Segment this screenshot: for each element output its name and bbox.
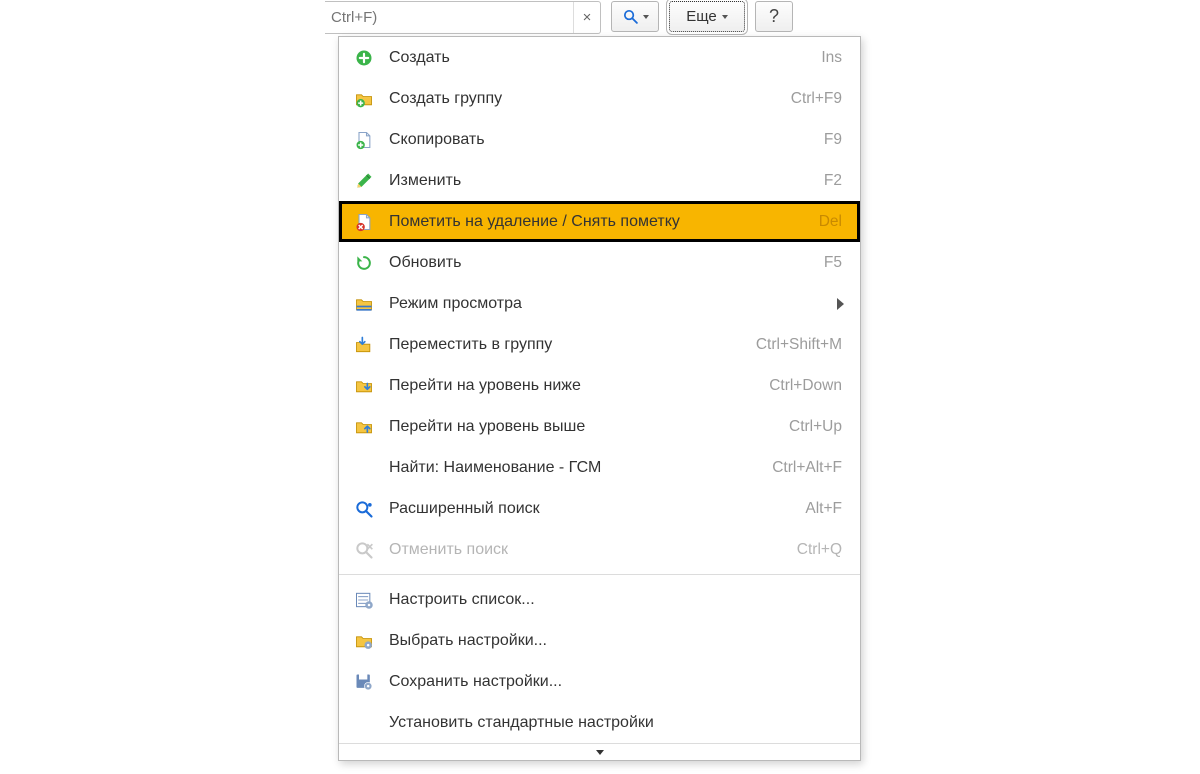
menu-scroll-down[interactable] bbox=[339, 743, 860, 760]
view-mode-icon bbox=[353, 293, 375, 315]
menu-item[interactable]: Создать Ins bbox=[339, 37, 860, 78]
menu-item-label: Отменить поиск bbox=[389, 541, 783, 559]
menu-item[interactable]: Перейти на уровень ниже Ctrl+Down bbox=[339, 365, 860, 406]
chevron-right-icon bbox=[837, 298, 844, 310]
search-cancel-icon bbox=[353, 539, 375, 561]
menu-item[interactable]: Установить стандартные настройки bbox=[339, 702, 860, 743]
more-button[interactable]: Еще bbox=[669, 1, 745, 32]
search-input[interactable] bbox=[325, 9, 573, 26]
chevron-down-icon bbox=[722, 15, 728, 19]
search-dropdown-button[interactable] bbox=[611, 1, 659, 32]
menu-item-shortcut: F9 bbox=[824, 131, 842, 149]
doc-delete-icon bbox=[353, 211, 375, 233]
menu-item[interactable]: Обновить F5 bbox=[339, 242, 860, 283]
menu-item-shortcut: Del bbox=[819, 213, 842, 231]
menu-item[interactable]: Пометить на удаление / Снять пометку Del bbox=[339, 201, 860, 242]
menu-item[interactable]: Сохранить настройки... bbox=[339, 661, 860, 702]
menu-item[interactable]: Изменить F2 bbox=[339, 160, 860, 201]
menu-item[interactable]: Скопировать F9 bbox=[339, 119, 860, 160]
menu-item[interactable]: Перейти на уровень выше Ctrl+Up bbox=[339, 406, 860, 447]
chevron-down-icon bbox=[596, 750, 604, 755]
menu-item-label: Режим просмотра bbox=[389, 295, 842, 313]
search-icon bbox=[622, 8, 639, 25]
menu-item[interactable]: Переместить в группу Ctrl+Shift+M bbox=[339, 324, 860, 365]
menu-item-label: Настроить список... bbox=[389, 591, 842, 609]
menu-item-label: Выбрать настройки... bbox=[389, 632, 842, 650]
level-down-icon bbox=[353, 375, 375, 397]
none-icon bbox=[353, 712, 375, 734]
help-button[interactable]: ? bbox=[755, 1, 793, 32]
help-button-label: ? bbox=[769, 6, 779, 27]
menu-item-shortcut: Ctrl+Shift+M bbox=[756, 336, 842, 354]
menu-item-shortcut: Ctrl+Alt+F bbox=[772, 459, 842, 477]
more-dropdown-menu: Создать Ins Создать группу Ctrl+F9 Скопирова… bbox=[338, 36, 861, 761]
menu-item-shortcut: Ctrl+Q bbox=[797, 541, 842, 559]
menu-item-label: Обновить bbox=[389, 254, 810, 272]
list-gear-icon bbox=[353, 589, 375, 611]
folder-gear-icon bbox=[353, 630, 375, 652]
menu-item-label: Перейти на уровень выше bbox=[389, 418, 775, 436]
menu-item-label: Скопировать bbox=[389, 131, 810, 149]
search-box: × bbox=[325, 1, 601, 34]
menu-item-label: Изменить bbox=[389, 172, 810, 190]
menu-item-shortcut: Ins bbox=[821, 49, 842, 67]
menu-item-label: Расширенный поиск bbox=[389, 500, 791, 518]
menu-item[interactable]: Выбрать настройки... bbox=[339, 620, 860, 661]
refresh-icon bbox=[353, 252, 375, 274]
search-adv-icon bbox=[353, 498, 375, 520]
menu-item-label: Установить стандартные настройки bbox=[389, 714, 842, 732]
menu-separator bbox=[339, 574, 860, 575]
menu-item-shortcut: Ctrl+F9 bbox=[791, 90, 842, 108]
menu-item-shortcut: Ctrl+Down bbox=[769, 377, 842, 395]
save-gear-icon bbox=[353, 671, 375, 693]
menu-item[interactable]: Режим просмотра bbox=[339, 283, 860, 324]
menu-item-shortcut: F2 bbox=[824, 172, 842, 190]
menu-item-label: Переместить в группу bbox=[389, 336, 742, 354]
level-up-icon bbox=[353, 416, 375, 438]
menu-item[interactable]: Найти: Наименование - ГСМ Ctrl+Alt+F bbox=[339, 447, 860, 488]
menu-item-label: Сохранить настройки... bbox=[389, 673, 842, 691]
menu-item-label: Создать bbox=[389, 49, 807, 67]
menu-item[interactable]: Настроить список... bbox=[339, 579, 860, 620]
plus-icon bbox=[353, 47, 375, 69]
folder-plus-icon bbox=[353, 88, 375, 110]
menu-item: Отменить поиск Ctrl+Q bbox=[339, 529, 860, 570]
clear-search-button[interactable]: × bbox=[573, 2, 600, 33]
menu-item-label: Перейти на уровень ниже bbox=[389, 377, 755, 395]
menu-item-label: Пометить на удаление / Снять пометку bbox=[389, 213, 805, 231]
menu-item[interactable]: Расширенный поиск Alt+F bbox=[339, 488, 860, 529]
doc-plus-icon bbox=[353, 129, 375, 151]
more-button-label: Еще bbox=[686, 8, 717, 25]
menu-item-label: Создать группу bbox=[389, 90, 777, 108]
menu-item-shortcut: F5 bbox=[824, 254, 842, 272]
menu-item-shortcut: Ctrl+Up bbox=[789, 418, 842, 436]
menu-item-shortcut: Alt+F bbox=[805, 500, 842, 518]
chevron-down-icon bbox=[643, 15, 649, 19]
move-group-icon bbox=[353, 334, 375, 356]
none-icon bbox=[353, 457, 375, 479]
menu-item-label: Найти: Наименование - ГСМ bbox=[389, 459, 758, 477]
menu-item[interactable]: Создать группу Ctrl+F9 bbox=[339, 78, 860, 119]
pencil-icon bbox=[353, 170, 375, 192]
toolbar: × Еще ? bbox=[325, 1, 793, 34]
